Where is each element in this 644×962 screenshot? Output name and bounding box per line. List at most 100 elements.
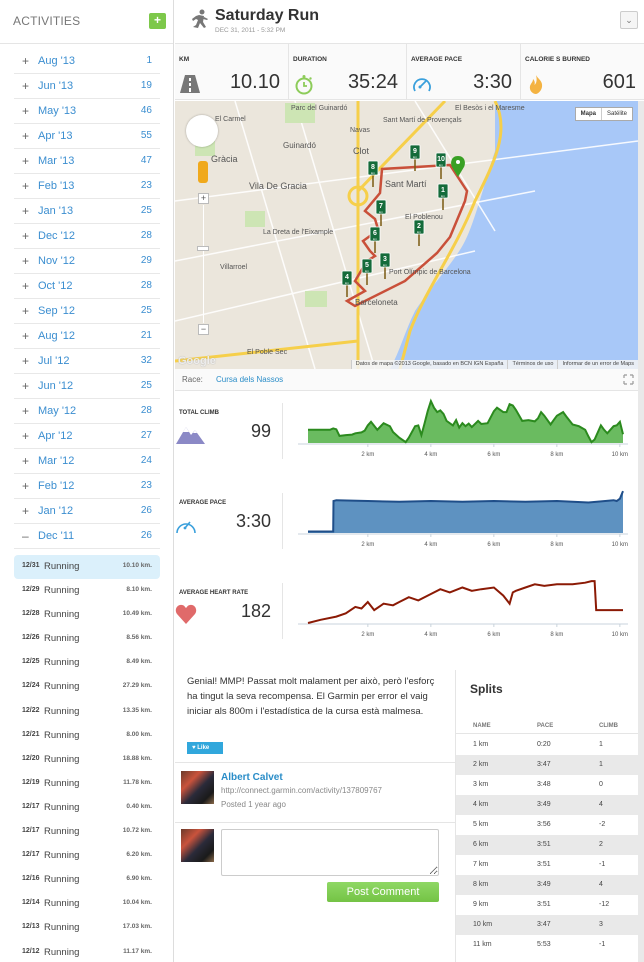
expand-icon[interactable]: + — [22, 229, 29, 243]
expand-icon[interactable]: + — [22, 354, 29, 368]
month-label[interactable]: Sep '12 — [38, 305, 75, 317]
map-zoom-in-button[interactable]: + — [198, 193, 209, 204]
month-label[interactable]: Jan '13 — [38, 205, 73, 217]
activity-item[interactable]: 12/20 Running 18.88 km. — [14, 748, 160, 772]
activity-item[interactable]: 12/19 Running 11.78 km. — [14, 772, 160, 796]
month-label[interactable]: Nov '12 — [38, 255, 75, 267]
activity-item[interactable]: 12/17 Running 6.20 km. — [14, 844, 160, 868]
expand-icon[interactable]: + — [22, 154, 29, 168]
like-button[interactable]: ♥ Like — [187, 742, 223, 754]
month-label[interactable]: May '12 — [38, 405, 76, 417]
collapse-icon[interactable]: – — [22, 529, 29, 543]
month-label[interactable]: Dec '12 — [38, 230, 75, 242]
expand-icon[interactable]: + — [22, 179, 29, 193]
expand-icon[interactable]: + — [22, 129, 29, 143]
activity-item[interactable]: 12/13 Running 17.03 km. — [14, 916, 160, 940]
heart-rate-chart[interactable]: 2 km 4 km 6 km 8 km 10 km — [283, 573, 638, 643]
expand-icon[interactable]: + — [22, 254, 29, 268]
author-avatar[interactable] — [181, 771, 214, 804]
month-group[interactable]: + May '13 46 — [14, 99, 160, 124]
month-label[interactable]: Jul '12 — [38, 355, 69, 367]
activity-item[interactable]: 12/25 Running 8.49 km. — [14, 651, 160, 675]
elevation-chart[interactable]: 2 km 4 km 6 km 8 km 10 km — [283, 393, 638, 463]
month-group[interactable]: + May '12 28 — [14, 399, 160, 424]
month-group[interactable]: + Mar '13 47 — [14, 149, 160, 174]
month-group[interactable]: + Mar '12 24 — [14, 449, 160, 474]
activity-item[interactable]: 12/28 Running 10.49 km. — [14, 603, 160, 627]
options-dropdown-button[interactable]: ⌄ — [620, 11, 638, 29]
expand-icon[interactable]: + — [22, 329, 29, 343]
activity-item[interactable]: 12/21 Running 8.00 km. — [14, 724, 160, 748]
month-group[interactable]: + Apr '13 55 — [14, 124, 160, 149]
terms-of-use-link[interactable]: Términos de uso — [507, 360, 557, 369]
month-group[interactable]: + Oct '12 28 — [14, 274, 160, 299]
activity-item[interactable]: 12/12 Running 11.17 km. — [14, 941, 160, 962]
expand-icon[interactable]: + — [22, 279, 29, 293]
post-comment-button[interactable]: Post Comment — [327, 882, 439, 902]
expand-icon[interactable]: + — [22, 204, 29, 218]
activity-item[interactable]: 12/22 Running 13.35 km. — [14, 700, 160, 724]
month-group[interactable]: – Dec '11 26 — [14, 524, 160, 549]
month-group[interactable]: + Aug '13 1 — [14, 49, 160, 74]
map-zoom-out-button[interactable]: − — [198, 324, 209, 335]
month-label[interactable]: Mar '12 — [38, 455, 74, 467]
activity-item[interactable]: 12/14 Running 10.04 km. — [14, 892, 160, 916]
expand-icon[interactable]: + — [22, 79, 29, 93]
expand-icon[interactable]: + — [22, 54, 29, 68]
expand-icon[interactable]: + — [22, 304, 29, 318]
month-group[interactable]: + Aug '12 21 — [14, 324, 160, 349]
month-label[interactable]: Jun '12 — [38, 380, 73, 392]
pace-chart[interactable]: 2 km 4 km 6 km 8 km 10 km — [283, 483, 638, 553]
expand-map-icon[interactable] — [623, 374, 634, 385]
map-zoom-slider-track[interactable] — [203, 205, 204, 323]
month-group[interactable]: + Sep '12 25 — [14, 299, 160, 324]
map-type-satellite-button[interactable]: Satélite — [602, 108, 632, 120]
month-label[interactable]: Jan '12 — [38, 505, 73, 517]
month-label[interactable]: Jun '13 — [38, 80, 73, 92]
report-map-error-link[interactable]: Informar de un error de Maps — [557, 360, 638, 369]
activity-url[interactable]: http://connect.garmin.com/activity/13780… — [221, 786, 382, 795]
expand-icon[interactable]: + — [22, 104, 29, 118]
route-map[interactable]: 1 km 2 km 3 km 4 km 5 km 6 km 7 km 8 km 9 km 10 km Parc del… — [175, 101, 638, 369]
author-name-link[interactable]: Albert Calvet — [221, 772, 283, 783]
activity-item[interactable]: 12/29 Running 8.10 km. — [14, 579, 160, 603]
month-label[interactable]: Aug '12 — [38, 330, 75, 342]
expand-icon[interactable]: + — [22, 504, 29, 518]
race-link[interactable]: Cursa dels Nassos — [216, 375, 283, 384]
month-label[interactable]: Apr '12 — [38, 430, 73, 442]
month-group[interactable]: + Apr '12 27 — [14, 424, 160, 449]
expand-icon[interactable]: + — [22, 429, 29, 443]
month-group[interactable]: + Jun '13 19 — [14, 74, 160, 99]
map-type-map-button[interactable]: Mapa — [576, 108, 602, 120]
month-label[interactable]: Dec '11 — [38, 530, 74, 542]
street-view-pegman-icon[interactable] — [198, 161, 208, 183]
activity-item[interactable]: 12/16 Running 6.90 km. — [14, 868, 160, 892]
activity-item[interactable]: 12/17 Running 0.40 km. — [14, 796, 160, 820]
month-group[interactable]: + Nov '12 29 — [14, 249, 160, 274]
activity-item[interactable]: 12/31 Running 10.10 km. — [14, 555, 160, 580]
activity-item[interactable]: 12/26 Running 8.56 km. — [14, 627, 160, 651]
month-label[interactable]: Feb '13 — [38, 180, 74, 192]
month-label[interactable]: Feb '12 — [38, 480, 74, 492]
month-group[interactable]: + Jan '12 26 — [14, 499, 160, 524]
activity-item[interactable]: 12/24 Running 27.29 km. — [14, 675, 160, 699]
scrollbar[interactable] — [638, 101, 644, 962]
comment-input[interactable] — [221, 829, 439, 876]
expand-icon[interactable]: + — [22, 454, 29, 468]
month-group[interactable]: + Dec '12 28 — [14, 224, 160, 249]
expand-icon[interactable]: + — [22, 479, 29, 493]
month-group[interactable]: + Feb '13 23 — [14, 174, 160, 199]
map-zoom-slider-handle[interactable] — [197, 246, 209, 251]
month-label[interactable]: Apr '13 — [38, 130, 73, 142]
expand-icon[interactable]: + — [22, 379, 29, 393]
month-label[interactable]: Mar '13 — [38, 155, 74, 167]
month-label[interactable]: Aug '13 — [38, 55, 75, 67]
month-group[interactable]: + Feb '12 23 — [14, 474, 160, 499]
month-label[interactable]: May '13 — [38, 105, 76, 117]
month-group[interactable]: + Jan '13 25 — [14, 199, 160, 224]
month-group[interactable]: + Jul '12 32 — [14, 349, 160, 374]
map-pan-control[interactable] — [186, 115, 218, 147]
add-activity-button[interactable]: + — [149, 13, 166, 29]
expand-icon[interactable]: + — [22, 404, 29, 418]
month-label[interactable]: Oct '12 — [38, 280, 73, 292]
